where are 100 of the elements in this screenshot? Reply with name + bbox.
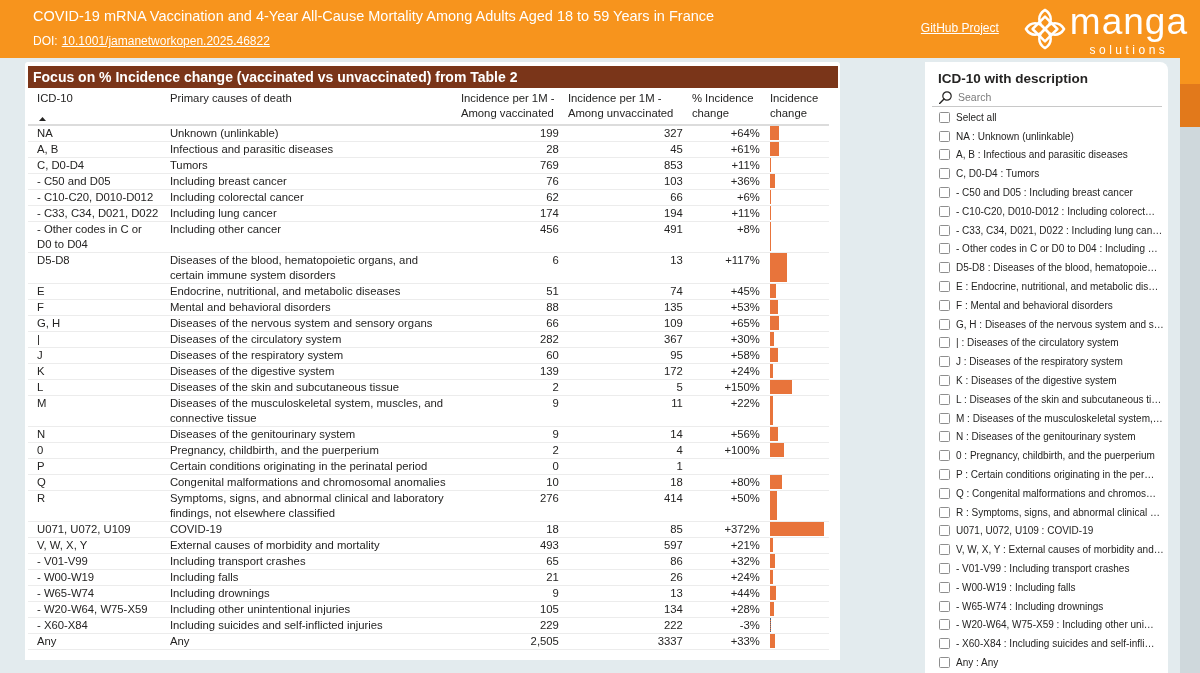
slicer-item[interactable]: Q : Congenital malformations and chromos… bbox=[938, 483, 1157, 503]
data-bar bbox=[769, 284, 777, 298]
slicer-item[interactable]: C, D0-D4 : Tumors bbox=[938, 164, 1040, 184]
column-header[interactable]: Incidence change bbox=[761, 90, 829, 124]
checkbox[interactable] bbox=[939, 412, 950, 424]
slicer-item[interactable]: - V01-V99 : Including transport crashes bbox=[938, 559, 1130, 578]
table-cell: Pregnancy, childbirth, and the puerperium bbox=[165, 443, 456, 459]
slicer-item[interactable]: - W00-W19 : Including falls bbox=[938, 577, 1076, 597]
column-header[interactable]: ICD-10 bbox=[28, 90, 166, 124]
table-cell: 109 bbox=[559, 316, 684, 332]
column-header[interactable]: Primary causes of death bbox=[165, 90, 456, 124]
slicer-item[interactable]: - C50 and D05 : Including breast cancer bbox=[938, 183, 1133, 202]
table-cell: Infectious and parasitic diseases bbox=[165, 142, 456, 158]
table-cell: +100% bbox=[683, 443, 762, 459]
table-cell: Including falls bbox=[165, 570, 456, 586]
slicer-item[interactable]: K : Diseases of the digestive system bbox=[938, 371, 1117, 390]
data-bar bbox=[769, 316, 780, 330]
checkbox[interactable] bbox=[939, 262, 950, 274]
table-cell: - W65-W74 bbox=[28, 586, 166, 602]
table-cell: 222 bbox=[559, 618, 684, 634]
table-cell: Mental and behavioral disorders bbox=[165, 300, 456, 316]
logo-wordmark: manga bbox=[1069, 1, 1188, 43]
checkbox[interactable] bbox=[939, 299, 950, 311]
table-cell: NA bbox=[28, 126, 166, 142]
table-cell: 26 bbox=[559, 570, 684, 586]
slicer-item[interactable]: NA : Unknown (unlinkable) bbox=[938, 126, 1074, 146]
data-bar bbox=[769, 174, 776, 188]
checkbox[interactable] bbox=[939, 243, 950, 255]
checkbox[interactable] bbox=[939, 525, 950, 537]
table-cell: +372% bbox=[683, 522, 762, 538]
checkbox[interactable] bbox=[939, 130, 950, 142]
slicer-item[interactable]: G, H : Diseases of the nervous system and s… bbox=[938, 314, 1164, 334]
slicer-item[interactable]: E : Endocrine, nutritional, and metabolic dis… bbox=[938, 277, 1159, 296]
slicer-item[interactable]: J : Diseases of the respiratory system bbox=[938, 352, 1123, 372]
slicer-item[interactable]: R : Symptoms, signs, and abnormal clinical … bbox=[938, 502, 1160, 522]
table-cell: F bbox=[28, 300, 166, 316]
table-cell: C, D0-D4 bbox=[28, 158, 166, 174]
table-cell: 174 bbox=[455, 206, 560, 222]
table-cell: 9 bbox=[455, 586, 560, 602]
checkbox[interactable] bbox=[939, 487, 950, 499]
slicer-item[interactable]: - Other codes in C or D0 to D04 : Including … bbox=[938, 239, 1158, 259]
slicer-item[interactable]: A, B : Infectious and parasitic diseases bbox=[938, 145, 1128, 165]
table-cell: 853 bbox=[559, 158, 684, 174]
checkbox[interactable] bbox=[939, 168, 950, 180]
table-cell: 2 bbox=[455, 380, 560, 396]
slicer-item[interactable]: V, W, X, Y : External causes of morbidity and… bbox=[938, 540, 1164, 560]
checkbox[interactable] bbox=[939, 224, 950, 236]
checkbox[interactable] bbox=[939, 544, 950, 556]
table-cell: 86 bbox=[559, 554, 684, 570]
slicer-item[interactable]: Any : Any bbox=[938, 653, 999, 672]
table-cell: Diseases of the musculoskeletal system, muscles, and connective tissue bbox=[165, 396, 456, 427]
slicer-item[interactable]: F : Mental and behavioral disorders bbox=[938, 295, 1113, 315]
checkbox[interactable] bbox=[939, 506, 950, 518]
slicer-item[interactable]: - W65-W74 : Including drownings bbox=[938, 596, 1104, 616]
slicer-item[interactable]: U071, U072, U109 : COVID-19 bbox=[938, 521, 1094, 541]
table-cell: 597 bbox=[559, 538, 684, 554]
checkbox[interactable] bbox=[939, 281, 950, 293]
slicer-item[interactable]: D5-D8 : Diseases of the blood, hematopoie… bbox=[938, 258, 1158, 278]
table-cell: 65 bbox=[455, 554, 560, 570]
slicer-item[interactable]: - C10-C20, D010-D012 : Including colorect… bbox=[938, 202, 1155, 221]
checkbox[interactable] bbox=[939, 318, 950, 330]
table-cell: +28% bbox=[683, 602, 762, 618]
checkbox[interactable] bbox=[939, 619, 950, 631]
checkbox[interactable] bbox=[939, 393, 950, 405]
checkbox[interactable] bbox=[939, 205, 950, 217]
checkbox[interactable] bbox=[939, 638, 950, 650]
slicer-item[interactable]: Select all bbox=[938, 108, 997, 127]
checkbox[interactable] bbox=[939, 375, 950, 387]
slicer-item[interactable]: M : Diseases of the musculoskeletal system,… bbox=[938, 408, 1163, 428]
checkbox[interactable] bbox=[939, 450, 950, 462]
checkbox[interactable] bbox=[939, 149, 950, 161]
data-bar bbox=[769, 491, 778, 520]
column-header[interactable]: Incidence per 1M - Among vaccinated bbox=[455, 90, 560, 124]
slicer-item[interactable]: | : Diseases of the circulatory system bbox=[938, 333, 1119, 353]
checkbox[interactable] bbox=[939, 600, 950, 612]
column-header[interactable]: Incidence per 1M - Among unvaccinated bbox=[559, 90, 684, 124]
table-cell: - C10-C20, D010-D012 bbox=[28, 190, 166, 206]
table-cell: A, B bbox=[28, 142, 166, 158]
checkbox[interactable] bbox=[939, 187, 950, 199]
slicer-item[interactable]: 0 : Pregnancy, childbirth, and the puerperium bbox=[938, 446, 1155, 466]
table-cell: 491 bbox=[559, 222, 684, 253]
slicer-item[interactable]: - X60-X84 : Including suicides and self-infli… bbox=[938, 634, 1155, 654]
table-cell: 74 bbox=[559, 284, 684, 300]
table-cell: E bbox=[28, 284, 166, 300]
checkbox[interactable] bbox=[939, 563, 950, 574]
checkbox[interactable] bbox=[939, 356, 950, 368]
checkbox[interactable] bbox=[939, 111, 950, 123]
slicer-item[interactable]: N : Diseases of the genitourinary system bbox=[938, 427, 1136, 447]
checkbox[interactable] bbox=[939, 431, 950, 443]
slicer-item[interactable]: - W20-W64, W75-X59 : Including other uni… bbox=[938, 615, 1154, 635]
checkbox[interactable] bbox=[939, 469, 950, 481]
column-header[interactable]: % Incidence change bbox=[683, 90, 762, 124]
search-field[interactable]: Search bbox=[958, 89, 1162, 105]
slicer-item[interactable]: P : Certain conditions originating in the per… bbox=[938, 465, 1155, 484]
checkbox[interactable] bbox=[939, 657, 950, 668]
checkbox[interactable] bbox=[939, 337, 950, 349]
table-cell: Diseases of the blood, hematopoietic organs, and certain immune system disorders bbox=[165, 253, 456, 284]
slicer-item[interactable]: - C33, C34, D021, D022 : Including lung can… bbox=[938, 220, 1163, 240]
checkbox[interactable] bbox=[939, 581, 950, 593]
slicer-item[interactable]: L : Diseases of the skin and subcutaneous ti… bbox=[938, 389, 1162, 409]
